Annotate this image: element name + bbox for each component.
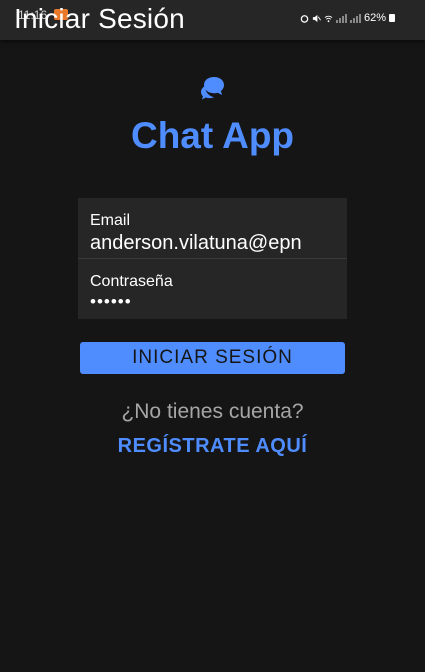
email-field[interactable]: Email anderson.vilatuna@epn [78, 198, 347, 259]
no-account-text: ¿No tienes cuenta? [121, 400, 304, 423]
login-form: Email anderson.vilatuna@epn Contraseña •… [78, 198, 347, 319]
signal-icon [335, 13, 347, 23]
page-title: Iniciar Sesión [14, 3, 185, 34]
alarm-icon [300, 14, 309, 23]
password-field[interactable]: Contraseña •••••• [78, 259, 347, 319]
mute-icon [312, 14, 321, 22]
battery-icon [389, 14, 395, 22]
battery-percent: 62% [363, 12, 386, 24]
register-link[interactable]: REGÍSTRATE AQUÍ [0, 435, 425, 458]
email-label: Email [90, 212, 131, 229]
app-title: Chat App [130, 115, 295, 156]
login-button[interactable]: INICIAR SESIÓN [80, 342, 345, 374]
password-label: Contraseña [90, 273, 173, 290]
signal-icon [349, 13, 361, 23]
password-input[interactable]: •••••• [90, 292, 342, 312]
app-bar: 11:16 Iniciar Sesión 62% [0, 0, 425, 40]
status-bar-right: 62% [300, 12, 395, 24]
chat-bubbles-icon [201, 77, 224, 100]
email-input[interactable]: anderson.vilatuna@epn [90, 232, 342, 255]
wifi-icon [324, 15, 333, 22]
